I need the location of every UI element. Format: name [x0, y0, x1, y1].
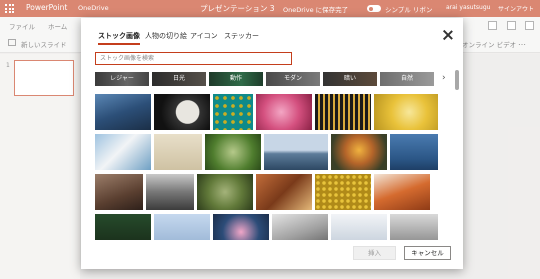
stock-image-eagle[interactable]: [154, 214, 210, 240]
stock-image-tower[interactable]: [146, 174, 194, 210]
stock-images-dialog: ストック画像 人物の切り絵 アイコン ステッカー レジャー 日光 動作 モダン …: [81, 18, 463, 269]
stock-image-people-group[interactable]: [256, 174, 312, 210]
category-chips: レジャー 日光 動作 モダン 暗い 自然 ›: [95, 72, 455, 87]
cancel-button[interactable]: キャンセル: [404, 246, 451, 260]
stock-image-plant[interactable]: [205, 134, 261, 170]
stock-image-hands-work[interactable]: [272, 214, 328, 240]
chip-motion[interactable]: 動作: [209, 72, 263, 86]
tab-stock-images[interactable]: ストック画像: [98, 31, 140, 45]
stock-image-forest[interactable]: [95, 214, 151, 240]
stock-image-people-hands[interactable]: [95, 134, 151, 170]
chip-modern[interactable]: モダン: [266, 72, 320, 86]
stock-image-portrait[interactable]: [95, 174, 143, 210]
stock-image-honeycomb[interactable]: [315, 174, 371, 210]
stock-image-bridge[interactable]: [331, 214, 387, 240]
stock-image-grid: [95, 94, 455, 240]
tab-icons[interactable]: アイコン: [190, 31, 218, 41]
insert-button[interactable]: 挿入: [353, 246, 396, 260]
stock-image-cat[interactable]: [197, 174, 253, 210]
stock-image-buildings[interactable]: [95, 94, 151, 130]
stock-image-pattern[interactable]: [213, 94, 253, 130]
stock-image-food[interactable]: [374, 174, 430, 210]
search-input[interactable]: [95, 52, 292, 65]
stock-image-sand[interactable]: [154, 134, 202, 170]
stock-image-golf-ball[interactable]: [154, 94, 210, 130]
chip-leisure[interactable]: レジャー: [95, 72, 149, 86]
stock-image-city-skyline[interactable]: [264, 134, 328, 170]
close-icon[interactable]: [442, 29, 454, 41]
chip-sunlight[interactable]: 日光: [152, 72, 206, 86]
chip-nature[interactable]: 自然: [380, 72, 434, 86]
stock-image-building-lights[interactable]: [315, 94, 371, 130]
tab-cutout-people[interactable]: 人物の切り絵: [145, 31, 187, 41]
tab-stickers[interactable]: ステッカー: [224, 31, 259, 41]
chip-dark[interactable]: 暗い: [323, 72, 377, 86]
stock-image-lemon[interactable]: [374, 94, 438, 130]
scrollbar-thumb[interactable]: [455, 70, 459, 90]
dialog-footer: 挿入 キャンセル: [81, 244, 463, 269]
stock-image-flower-blue[interactable]: [213, 214, 269, 240]
stock-image-woman-smiling[interactable]: [331, 134, 387, 170]
stock-image-office[interactable]: [390, 214, 438, 240]
stock-image-sailboat[interactable]: [390, 134, 438, 170]
chevron-right-icon[interactable]: ›: [442, 73, 446, 83]
stock-image-flower-pink[interactable]: [256, 94, 312, 130]
